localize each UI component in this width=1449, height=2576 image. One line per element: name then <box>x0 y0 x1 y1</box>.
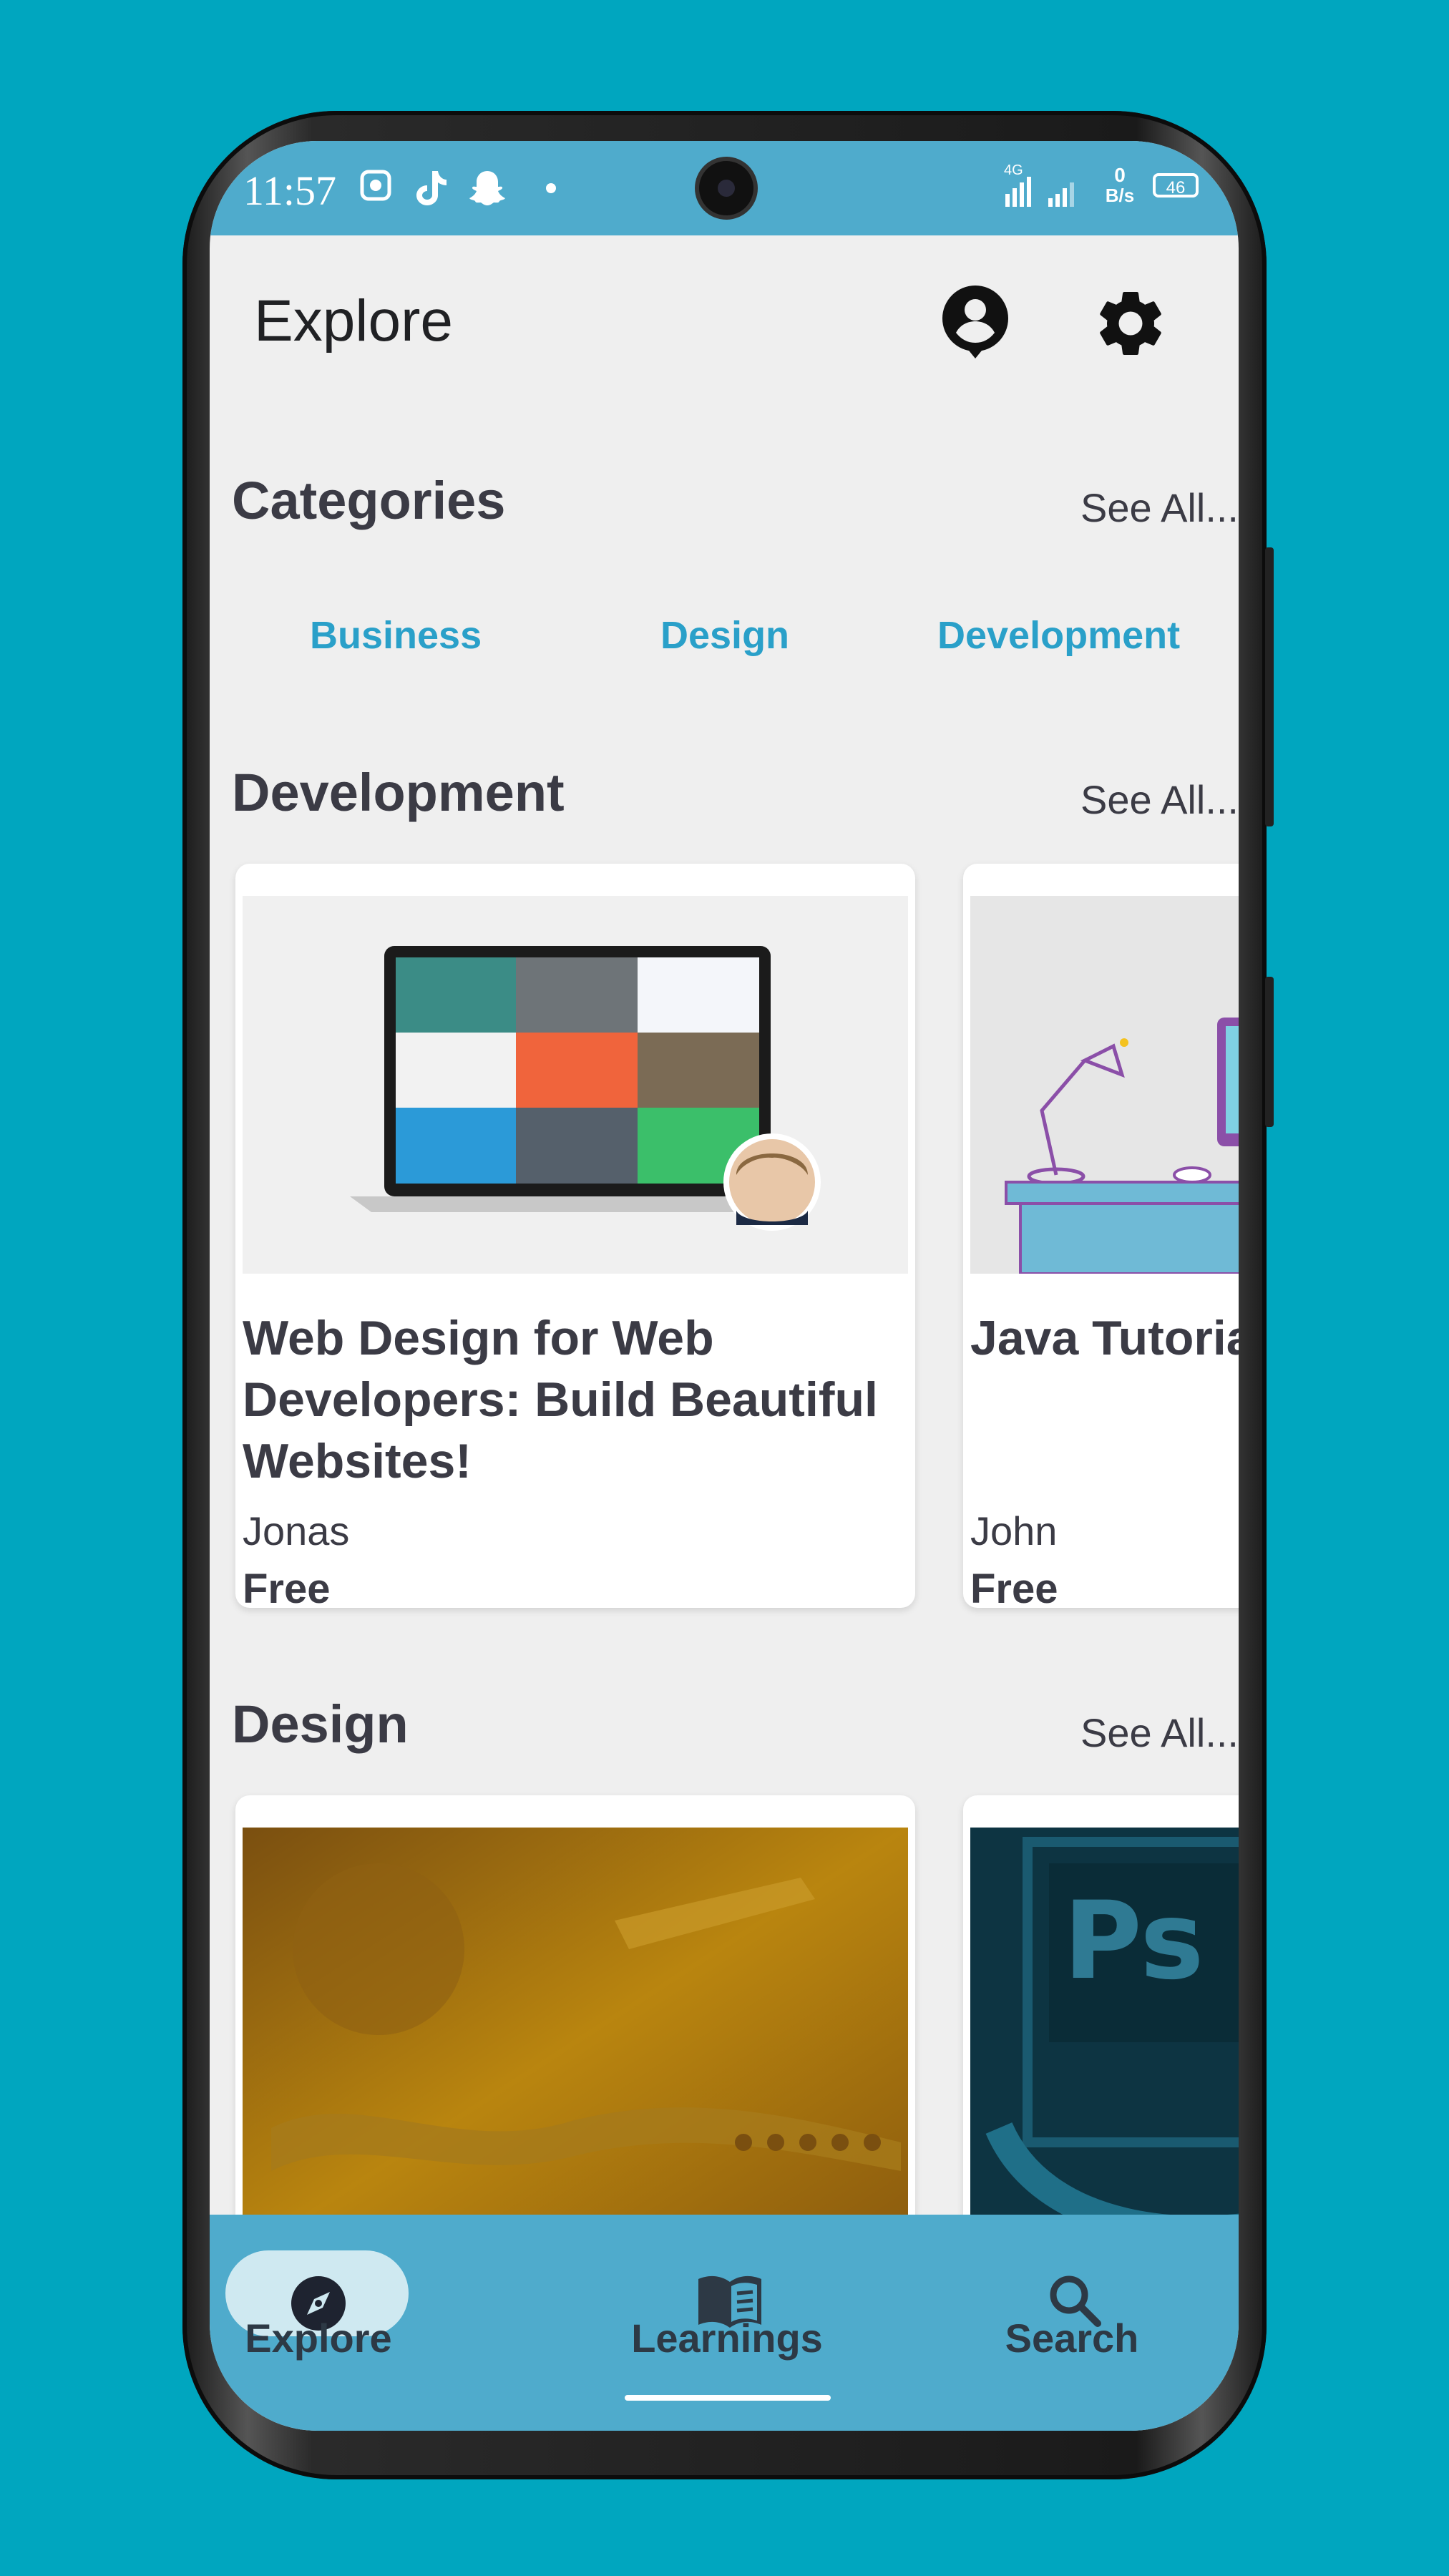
category-development[interactable]: Development <box>937 613 1180 658</box>
course-author: Jonas <box>243 1508 350 1553</box>
status-bar: 11:57 4G 0 B/s 46 <box>210 141 1239 235</box>
nav-explore-label: Explore <box>245 2316 392 2361</box>
account-icon <box>942 286 1008 358</box>
settings-button[interactable] <box>1091 284 1170 363</box>
course-title: Web Design for Web Developers: Build Bea… <box>243 1311 878 1488</box>
design-title: Design <box>232 1694 409 1754</box>
course-title: Java Tutorial for Beginners <box>970 1311 1239 1365</box>
course-thumbnail <box>243 896 908 1274</box>
data-speed: 0 B/s <box>1105 164 1135 206</box>
power-button <box>1265 977 1274 1127</box>
category-design[interactable]: Design <box>660 613 789 658</box>
more-notifications-dot <box>546 183 556 193</box>
nav-search-label: Search <box>1005 2316 1139 2361</box>
battery-indicator: 46 <box>1153 173 1199 197</box>
category-business[interactable]: Business <box>310 613 482 658</box>
tiktok-icon <box>416 171 447 205</box>
volume-button <box>1265 547 1274 826</box>
app-notification-icon <box>360 170 391 201</box>
course-card[interactable]: Web Design for Web Developers: Build Bea… <box>235 864 915 1608</box>
course-thumbnail: Ps <box>970 1828 1239 2257</box>
design-see-all-link[interactable]: See All... <box>1080 1709 1239 1756</box>
course-thumbnail <box>243 1828 908 2257</box>
page-title: Explore <box>254 288 454 353</box>
course-price: Free <box>970 1566 1058 1608</box>
desk-lamp-image <box>970 896 1239 1274</box>
ps-logo-text: Ps <box>1063 1879 1204 2004</box>
gear-icon <box>1100 291 1161 355</box>
nav-learnings-label: Learnings <box>631 2316 823 2361</box>
development-title: Development <box>232 763 565 822</box>
course-card[interactable]: Java Tutorial for Beginners John Free <box>963 864 1239 1608</box>
pen-tablet-image <box>243 1828 908 2257</box>
course-price: Free <box>243 1566 331 1608</box>
profile-button[interactable] <box>936 284 1015 363</box>
laptop-image <box>243 896 908 1274</box>
development-see-all-link[interactable]: See All... <box>1080 776 1239 823</box>
screen: 11:57 4G 0 B/s 46 Explore Categories See… <box>210 141 1239 2431</box>
categories-see-all-link[interactable]: See All... <box>1080 484 1239 531</box>
categories-title: Categories <box>232 471 506 530</box>
home-indicator[interactable] <box>625 2395 831 2401</box>
course-thumbnail <box>970 896 1239 1274</box>
course-author: John <box>970 1508 1058 1553</box>
photoshop-image: Ps <box>970 1828 1239 2257</box>
snapchat-icon <box>469 171 505 205</box>
status-time: 11:57 <box>243 167 336 214</box>
front-camera <box>699 161 753 215</box>
